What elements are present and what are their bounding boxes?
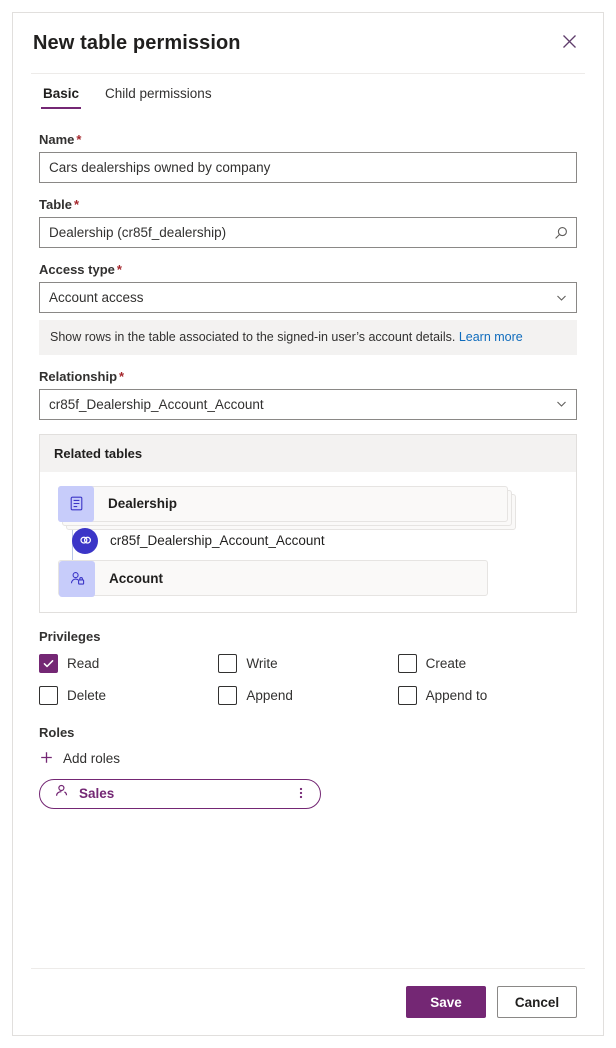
- checkbox-box: [39, 685, 58, 705]
- chevron-down-icon[interactable]: [555, 398, 568, 411]
- dialog-body: Name * Cars dealerships owned by company …: [13, 114, 603, 968]
- access-type-select[interactable]: Account access: [39, 282, 577, 313]
- field-relationship: Relationship * cr85f_Dealership_Account_A…: [39, 369, 577, 420]
- checkbox-append-to[interactable]: Append to: [397, 685, 577, 705]
- role-person-icon: [53, 783, 69, 804]
- required-marker: *: [74, 197, 80, 212]
- close-icon: [562, 34, 577, 52]
- related-tables-diagram: Dealership cr85f_Dealership_Account_Acco…: [40, 471, 576, 612]
- checkbox-append[interactable]: Append: [218, 685, 397, 705]
- privileges-grid: Read Write Create Delete Append Append t…: [39, 653, 577, 705]
- link-icon: [72, 527, 98, 554]
- role-chip-name: Sales: [79, 786, 115, 802]
- tab-basic[interactable]: Basic: [41, 84, 82, 109]
- field-name: Name * Cars dealerships owned by company: [39, 132, 577, 183]
- table-label: Table *: [39, 197, 80, 212]
- table-input-value: Dealership (cr85f_dealership): [49, 225, 227, 240]
- required-marker: *: [119, 368, 125, 384]
- page-title: New table permission: [33, 31, 241, 54]
- relationship-label: Relationship *: [39, 368, 125, 384]
- plus-icon: [39, 750, 54, 768]
- required-marker: *: [116, 262, 122, 277]
- required-marker: *: [76, 132, 82, 147]
- source-table-card-stack: Dealership: [58, 485, 516, 530]
- checkbox-create[interactable]: Create: [397, 653, 577, 673]
- chevron-down-icon[interactable]: [555, 291, 568, 304]
- role-chip-sales[interactable]: Sales: [39, 778, 321, 809]
- field-access-type: Access type * Account access Show rows in…: [39, 262, 577, 355]
- cancel-button[interactable]: Cancel: [497, 986, 577, 1018]
- relationship-select[interactable]: cr85f_Dealership_Account_Account: [39, 388, 577, 420]
- checkbox-read[interactable]: Read: [39, 653, 218, 673]
- related-tables-header: Related tables: [40, 434, 576, 472]
- access-type-value: Account access: [49, 290, 144, 305]
- checkbox-box: [397, 685, 417, 705]
- new-table-permission-dialog: New table permission Basic Child permiss…: [12, 12, 604, 1036]
- field-table: Table * Dealership (cr85f_dealership): [39, 197, 577, 248]
- checkbox-delete[interactable]: Delete: [39, 685, 218, 705]
- checkbox-box: [218, 685, 238, 705]
- table-input[interactable]: Dealership (cr85f_dealership): [39, 217, 577, 248]
- save-button[interactable]: Save: [406, 986, 486, 1018]
- checkbox-label: Delete: [67, 687, 107, 703]
- access-type-label: Access type *: [39, 262, 122, 277]
- privileges-section: Privileges Read Write Create Delete Appe…: [39, 629, 577, 705]
- account-user-icon: [59, 560, 95, 597]
- checkbox-label: Write: [246, 655, 278, 671]
- table-icon: [58, 485, 94, 522]
- checkbox-write[interactable]: Write: [218, 653, 397, 673]
- relationship-node-name: cr85f_Dealership_Account_Account: [110, 533, 325, 549]
- source-table-name: Dealership: [108, 496, 178, 512]
- roles-label: Roles: [39, 724, 75, 740]
- dialog-footer: Save Cancel: [13, 969, 603, 1035]
- name-input-value: Cars dealerships owned by company: [49, 160, 271, 175]
- access-type-hint: Show rows in the table associated to the…: [39, 320, 577, 355]
- checkbox-label: Append to: [425, 687, 488, 703]
- more-vertical-icon[interactable]: [294, 786, 308, 802]
- learn-more-link[interactable]: Learn more: [459, 330, 523, 344]
- add-roles-button[interactable]: Add roles: [39, 750, 577, 768]
- checkbox-label: Create: [425, 655, 467, 671]
- access-type-hint-text: Show rows in the table associated to the…: [50, 330, 456, 344]
- checkbox-label: Append: [246, 687, 293, 703]
- tab-list: Basic Child permissions: [13, 74, 603, 114]
- relationship-node[interactable]: cr85f_Dealership_Account_Account: [58, 522, 558, 560]
- close-button[interactable]: [553, 27, 585, 59]
- search-icon[interactable]: [554, 226, 568, 240]
- checkbox-label: Read: [67, 655, 100, 671]
- checkbox-box: [39, 653, 58, 673]
- source-table-node[interactable]: Dealership: [58, 485, 558, 530]
- dialog-header: New table permission: [13, 13, 603, 73]
- target-table-card: Account: [58, 559, 488, 597]
- related-tables-panel: Related tables Dealership cr85f_Dealersh…: [39, 433, 577, 613]
- checkbox-box: [218, 653, 238, 673]
- privileges-label: Privileges: [39, 628, 101, 644]
- name-label: Name *: [39, 132, 82, 147]
- target-table-node[interactable]: Account: [58, 559, 558, 597]
- add-roles-label: Add roles: [63, 751, 121, 767]
- target-table-name: Account: [109, 571, 163, 587]
- checkbox-box: [397, 653, 417, 673]
- relationship-value: cr85f_Dealership_Account_Account: [49, 396, 264, 412]
- tab-child-permissions[interactable]: Child permissions: [103, 84, 214, 109]
- roles-section: Roles Add roles Sales: [39, 725, 577, 809]
- name-input[interactable]: Cars dealerships owned by company: [39, 152, 577, 183]
